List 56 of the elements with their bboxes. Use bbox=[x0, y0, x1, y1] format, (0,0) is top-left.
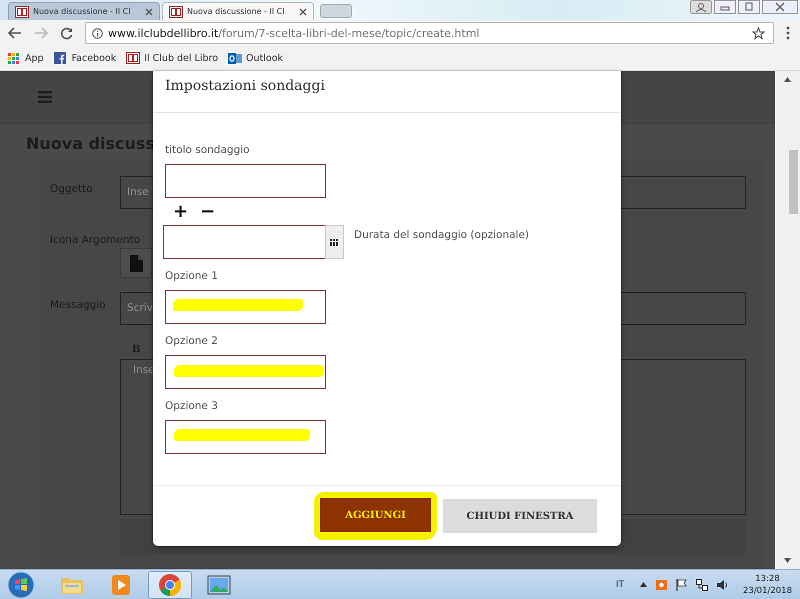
facebook-icon bbox=[54, 52, 68, 64]
start-button[interactable] bbox=[6, 570, 36, 599]
bookmark-link[interactable]: Facebook bbox=[54, 52, 116, 64]
close-button[interactable]: CHIUDI FINESTRA bbox=[443, 499, 597, 533]
scrollbar-thumb[interactable] bbox=[789, 150, 798, 214]
speaker-icon[interactable] bbox=[717, 578, 728, 590]
browser-tab[interactable]: Nuova discussione - Il Cl bbox=[8, 2, 160, 20]
book-icon bbox=[126, 52, 140, 64]
scrollbar[interactable] bbox=[775, 71, 800, 569]
close-icon[interactable] bbox=[299, 8, 307, 16]
field-label: Opzione 1 bbox=[165, 269, 218, 283]
menu-icon[interactable] bbox=[786, 26, 790, 40]
back-icon[interactable] bbox=[8, 27, 22, 39]
input-field[interactable] bbox=[165, 164, 326, 198]
clock-time[interactable]: 13:28 bbox=[755, 572, 780, 584]
up-arrow-icon[interactable] bbox=[640, 582, 647, 587]
remove-button[interactable]: − bbox=[200, 203, 216, 221]
field-label: Durata del sondaggio (opzionale) bbox=[354, 229, 530, 241]
flag-icon[interactable] bbox=[676, 578, 687, 590]
add-button[interactable]: AGGIUNGI bbox=[320, 498, 431, 532]
address-bar[interactable]: www.ilclubdellibro.it/forum/7-scelta-libri-del-mese/topic/create.html bbox=[85, 22, 774, 44]
minimize-icon[interactable] bbox=[714, 0, 736, 14]
bookmark-link[interactable]: Il Club del Libro bbox=[126, 52, 218, 64]
taskbar-button[interactable] bbox=[148, 570, 192, 598]
book-icon bbox=[15, 6, 29, 18]
placeholder-text: Scriv bbox=[127, 302, 153, 314]
close-icon[interactable] bbox=[762, 0, 798, 14]
reload-icon[interactable] bbox=[60, 26, 73, 40]
apps-icon bbox=[7, 52, 21, 64]
star-icon[interactable] bbox=[752, 26, 765, 40]
close-icon[interactable] bbox=[145, 8, 153, 16]
browser-icon bbox=[157, 572, 183, 598]
restore-icon[interactable] bbox=[738, 0, 760, 14]
field-label: titolo sondaggio bbox=[165, 143, 250, 157]
bookmark-link[interactable]: App bbox=[7, 52, 44, 64]
dialog-title: Impostazioni sondaggi bbox=[165, 77, 325, 96]
language-indicator[interactable]: IT bbox=[616, 580, 624, 590]
placeholder-text: Inse bbox=[127, 186, 149, 198]
calendar-icon bbox=[330, 238, 339, 246]
user-icon[interactable] bbox=[690, 0, 712, 14]
mail-icon bbox=[228, 52, 242, 64]
clock-date[interactable]: 23/01/2018 bbox=[743, 584, 792, 596]
field-label: Opzione 2 bbox=[165, 334, 218, 348]
book-icon bbox=[169, 6, 183, 18]
network-icon[interactable] bbox=[696, 578, 708, 590]
field-label: Opzione 3 bbox=[165, 399, 218, 413]
bookmark-link[interactable]: Outlook bbox=[228, 52, 284, 64]
browser-tab[interactable]: Nuova discussione - Il Cl bbox=[162, 2, 314, 20]
info-icon bbox=[92, 28, 103, 38]
scroll-up-icon[interactable] bbox=[784, 77, 791, 82]
file-icon bbox=[130, 254, 142, 272]
add-button[interactable]: + bbox=[173, 203, 188, 221]
url-text: www.ilclubdellibro.it/forum/7-scelta-libri-del-mese/topic/create.html bbox=[108, 26, 480, 40]
calendar-button[interactable] bbox=[325, 225, 344, 259]
date-field[interactable] bbox=[163, 225, 325, 259]
scroll-down-icon[interactable] bbox=[784, 558, 791, 563]
